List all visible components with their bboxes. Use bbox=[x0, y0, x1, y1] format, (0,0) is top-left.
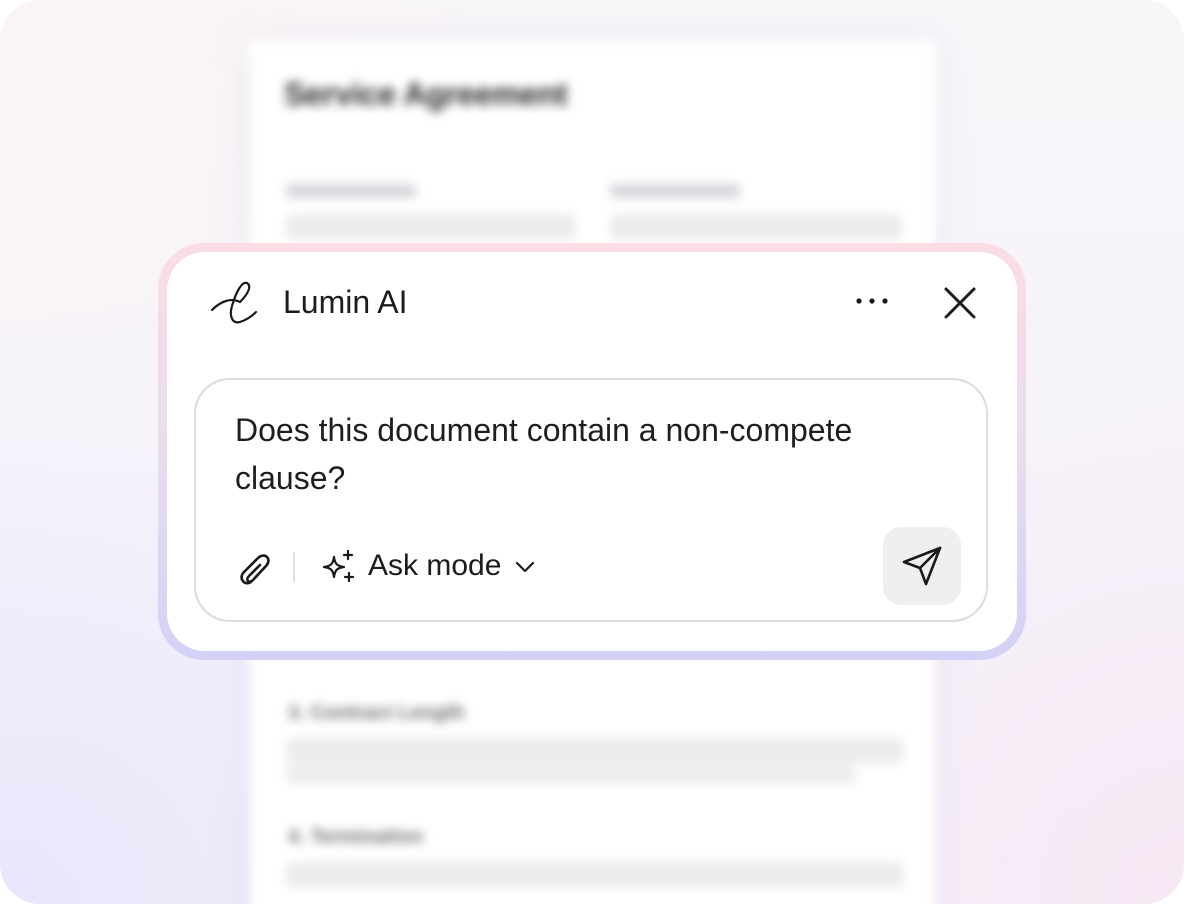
field-label bbox=[286, 184, 416, 198]
lumin-script-l-icon bbox=[210, 281, 258, 324]
field-label bbox=[610, 184, 740, 198]
ask-mode-label: Ask mode bbox=[368, 549, 502, 582]
section-heading: 4. Termination bbox=[288, 826, 424, 848]
send-button[interactable] bbox=[883, 527, 961, 605]
send-icon bbox=[902, 546, 942, 586]
ask-mode-dropdown[interactable]: Ask mode bbox=[320, 546, 537, 586]
app-frame: Service Agreement 3. Contract Length 4. … bbox=[0, 0, 1184, 904]
prompt-input[interactable]: Does this document contain a non-compete… bbox=[235, 406, 955, 502]
paperclip-icon[interactable] bbox=[236, 548, 272, 588]
section-text-placeholder bbox=[286, 766, 856, 784]
document-title: Service Agreement bbox=[284, 76, 568, 112]
field-input-placeholder bbox=[610, 214, 902, 240]
toolbar-divider bbox=[293, 552, 295, 582]
sparkles-icon bbox=[322, 549, 355, 583]
section-text-placeholder bbox=[286, 862, 904, 888]
close-icon[interactable] bbox=[937, 280, 983, 326]
section-heading: 3. Contract Length bbox=[288, 702, 465, 724]
section-text-placeholder bbox=[286, 738, 904, 764]
field-input-placeholder bbox=[286, 214, 576, 240]
lumin-ai-chat-panel: Lumin AI Does this document contain a no… bbox=[167, 252, 1017, 651]
prompt-input-box[interactable]: Does this document contain a non-compete… bbox=[194, 378, 988, 622]
panel-title: Lumin AI bbox=[283, 284, 408, 320]
more-horizontal-icon[interactable] bbox=[849, 286, 895, 316]
chevron-down-icon bbox=[516, 561, 535, 573]
